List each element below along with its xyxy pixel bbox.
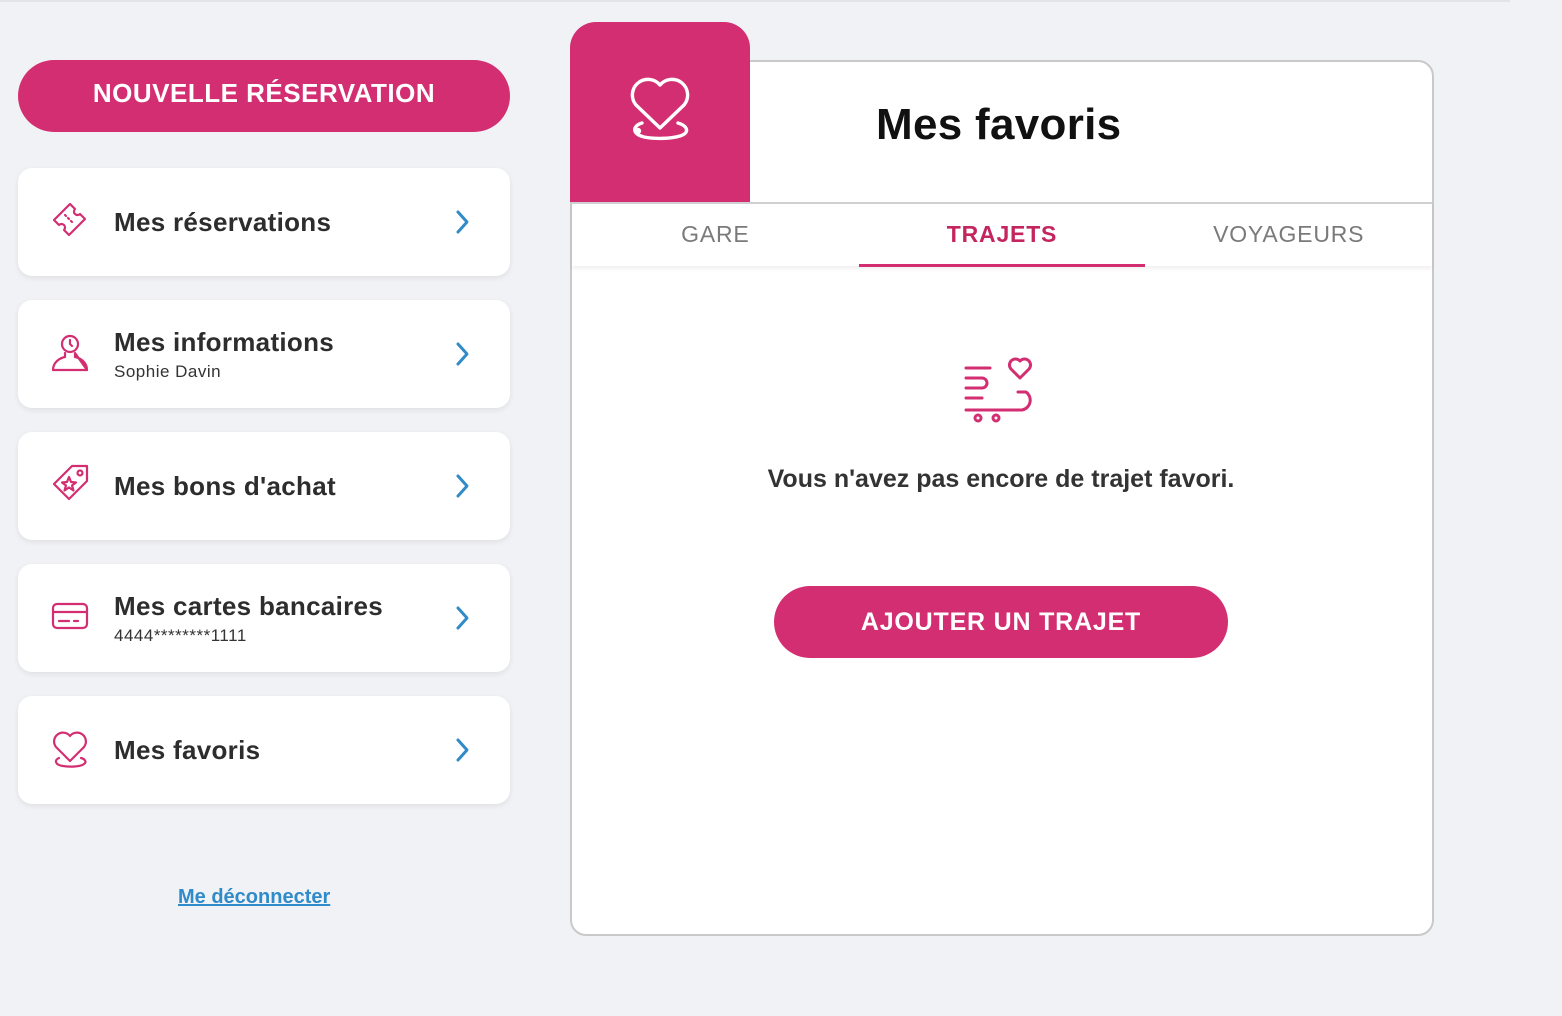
sidebar-item-label: Mes bons d'achat xyxy=(114,470,336,501)
card-number: 4444********1111 xyxy=(114,625,247,645)
sidebar-item-vouchers[interactable]: Mes bons d'achat xyxy=(18,432,510,540)
sidebar-item-label: Mes cartes bancaires xyxy=(114,590,384,621)
tab-trajets[interactable]: TRAJETS xyxy=(858,204,1146,267)
sidebar-item-bank-cards[interactable]: Mes cartes bancaires 4444********1111 xyxy=(18,564,510,672)
add-route-button[interactable]: AJOUTER UN TRAJET xyxy=(774,586,1228,658)
top-divider xyxy=(0,0,1510,2)
chevron-right-icon xyxy=(448,604,476,632)
train-heart-icon xyxy=(962,352,1042,426)
chevron-right-icon xyxy=(448,340,476,368)
heart-icon xyxy=(50,728,94,772)
chevron-right-icon xyxy=(448,736,476,764)
user-name: Sophie Davin xyxy=(114,361,222,381)
new-booking-button[interactable]: NOUVELLE RÉSERVATION xyxy=(18,60,510,132)
chevron-right-icon xyxy=(448,472,476,500)
tab-gare[interactable]: GARE xyxy=(572,204,859,266)
sidebar-item-label: Mes réservations xyxy=(114,206,332,237)
sidebar-item-favorites[interactable]: Mes favoris xyxy=(18,696,510,804)
page-title: Mes favoris xyxy=(876,100,1122,149)
voucher-tag-icon xyxy=(50,464,94,508)
heart-icon xyxy=(620,70,700,155)
empty-state-message: Vous n'avez pas encore de trajet favori. xyxy=(767,465,1235,493)
sidebar-item-label: Mes informations xyxy=(114,326,335,357)
sidebar-item-informations[interactable]: Mes informations Sophie Davin xyxy=(18,300,510,408)
sidebar-item-label: Mes favoris xyxy=(114,734,261,765)
chevron-right-icon xyxy=(448,208,476,236)
tab-bar: GARE TRAJETS VOYAGEURS xyxy=(572,202,1432,267)
header-badge xyxy=(570,22,750,202)
user-icon xyxy=(50,332,94,376)
ticket-icon xyxy=(50,200,94,244)
credit-card-icon xyxy=(50,596,94,640)
logout-link[interactable]: Me déconnecter xyxy=(178,886,330,909)
sidebar-item-reservations[interactable]: Mes réservations xyxy=(18,168,510,276)
tab-voyageurs[interactable]: VOYAGEURS xyxy=(1145,204,1432,266)
